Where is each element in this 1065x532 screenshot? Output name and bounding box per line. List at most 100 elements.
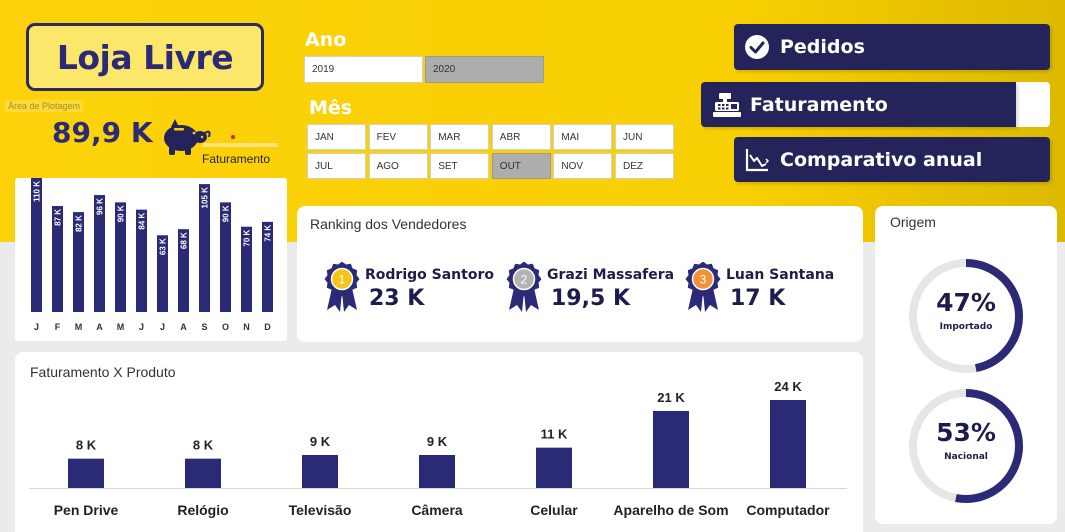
kpi-value: 89,9 K <box>52 116 153 149</box>
pedidos-label: Pedidos <box>780 36 865 58</box>
product-bar-label: 9 K <box>310 434 331 449</box>
seller-name: Grazi Massafera <box>547 267 675 283</box>
medal-icon: 2 <box>506 262 542 312</box>
line-chart-icon <box>745 148 770 171</box>
medal-rank: 2 <box>521 273 528 287</box>
month-tick-label: A <box>96 322 103 332</box>
month-tick-label: O <box>222 322 229 332</box>
month-bar-label: 84 K <box>138 212 147 229</box>
month-tick-label: M <box>75 322 83 332</box>
cash-register-icon <box>713 92 741 117</box>
monthly-revenue-chart: 110 K J 87 K F 82 K M 96 K A 90 K M 84 K J 63 K J 68 K… <box>31 178 273 332</box>
pedidos-button[interactable]: Pedidos <box>734 24 1050 70</box>
medal-rank: 1 <box>339 273 346 287</box>
month-option-set[interactable]: SET <box>430 153 490 179</box>
brand-logo: Loja Livre <box>26 23 264 91</box>
product-bar <box>302 455 338 488</box>
faturamento-button-bg <box>1015 82 1050 127</box>
donut-label: Importado <box>939 322 993 332</box>
month-option-jan[interactable]: JAN <box>307 124 366 150</box>
product-bar-label: 8 K <box>76 438 97 453</box>
donut-label: Nacional <box>944 452 988 462</box>
month-tick-label: S <box>201 322 207 332</box>
month-option-fev[interactable]: FEV <box>368 124 428 150</box>
medal-icon: 3 <box>685 262 721 312</box>
month-tick-label: N <box>243 322 250 332</box>
month-option-dez[interactable]: DEZ <box>615 153 674 179</box>
month-option-out[interactable]: OUT <box>491 153 551 179</box>
comparativo-anual-button[interactable]: Comparativo anual <box>734 137 1050 182</box>
month-tick-label: J <box>34 322 39 332</box>
product-revenue-chart: 8 K Pen Drive 8 K Relógio 9 K Televisão 9 K Câm… <box>29 379 847 518</box>
year-filter-title: Ano <box>305 29 347 51</box>
plot-area-tooltip: Área de Plotagem <box>5 100 84 112</box>
seller-value: 17 K <box>730 286 786 311</box>
month-option-mai[interactable]: MAI <box>553 124 613 150</box>
month-option-nov[interactable]: NOV <box>553 153 613 179</box>
product-bar <box>536 447 572 488</box>
month-tick-label: A <box>180 322 187 332</box>
product-tick-label: Pen Drive <box>54 502 119 518</box>
month-tick-label: F <box>55 322 61 332</box>
month-option-jun[interactable]: JUN <box>615 124 674 150</box>
month-bar-label: 90 K <box>222 205 231 222</box>
year-option-2020[interactable]: 2020 <box>425 56 544 83</box>
month-option-jul[interactable]: JUL <box>307 153 366 179</box>
product-tick-label: Aparelho de Som <box>613 502 728 518</box>
month-tick-label: J <box>139 322 144 332</box>
ranking-title: Ranking dos Vendedores <box>310 216 467 232</box>
product-bar-label: 9 K <box>427 434 448 449</box>
product-bar-label: 8 K <box>193 438 214 453</box>
seller-value: 23 K <box>369 286 425 311</box>
monthly-chart-card: 110 K J 87 K F 82 K M 96 K A 90 K M 84 K J 63 K J 68 K… <box>15 178 287 341</box>
month-bar-label: 110 K <box>33 181 42 202</box>
marker-dot <box>231 135 235 139</box>
product-tick-label: Celular <box>530 502 578 518</box>
donut-percent: 53% <box>936 418 996 447</box>
month-option-mar[interactable]: MAR <box>430 124 490 150</box>
medal-icon: 1 <box>324 262 360 312</box>
product-bar <box>185 458 221 488</box>
month-bar-label: 70 K <box>243 230 252 247</box>
month-bar-label: 74 K <box>264 225 273 242</box>
month-option-ago[interactable]: AGO <box>368 153 428 179</box>
check-circle-icon <box>745 35 769 59</box>
product-bar <box>770 400 806 488</box>
comparativo-label: Comparativo anual <box>780 148 983 171</box>
seller-name: Luan Santana <box>726 267 835 283</box>
year-option-2019[interactable]: 2019 <box>304 56 423 83</box>
product-tick-label: Relógio <box>177 502 228 518</box>
product-tick-label: Computador <box>746 502 830 518</box>
brand-name: Loja Livre <box>56 37 234 77</box>
product-bar-label: 24 K <box>774 379 802 394</box>
month-bar-label: 87 K <box>54 209 63 226</box>
month-bar-label: 90 K <box>117 205 126 222</box>
medal-rank: 3 <box>700 273 707 287</box>
seller-name: Rodrigo Santoro <box>365 267 494 283</box>
month-tick-label: M <box>117 322 125 332</box>
product-bar <box>653 411 689 488</box>
origem-donut-importado: 47% Importado <box>906 256 1026 376</box>
month-bar-label: 82 K <box>75 215 84 232</box>
month-option-abr[interactable]: ABR <box>491 124 551 150</box>
faturamento-button[interactable]: Faturamento <box>701 82 1016 127</box>
product-bar-label: 11 K <box>541 427 568 442</box>
month-tick-label: D <box>264 322 271 332</box>
donut-percent: 47% <box>936 288 996 317</box>
month-bar-label: 68 K <box>180 232 189 249</box>
product-tick-label: Televisão <box>289 502 352 518</box>
origem-title: Origem <box>890 214 936 230</box>
product-tick-label: Câmera <box>411 502 463 518</box>
faturamento-label: Faturamento <box>750 93 888 116</box>
month-tick-label: J <box>160 322 165 332</box>
product-bar <box>68 458 104 488</box>
month-bar-label: 63 K <box>159 238 168 255</box>
month-bar-label: 105 K <box>201 187 210 209</box>
seller-value: 19,5 K <box>551 286 630 311</box>
month-filter-title: Mês <box>309 97 353 119</box>
origem-card: Origem 47% Importado 53% Nacional <box>875 206 1057 524</box>
ranking-card: Ranking dos Vendedores 1 Rodrigo Santoro 2… <box>297 206 863 342</box>
kpi-label: Faturamento <box>202 152 271 166</box>
product-chart-card: Faturamento X Produto 8 K Pen Drive 8 K Rel… <box>15 352 863 532</box>
month-bar-label: 96 K <box>96 198 105 215</box>
